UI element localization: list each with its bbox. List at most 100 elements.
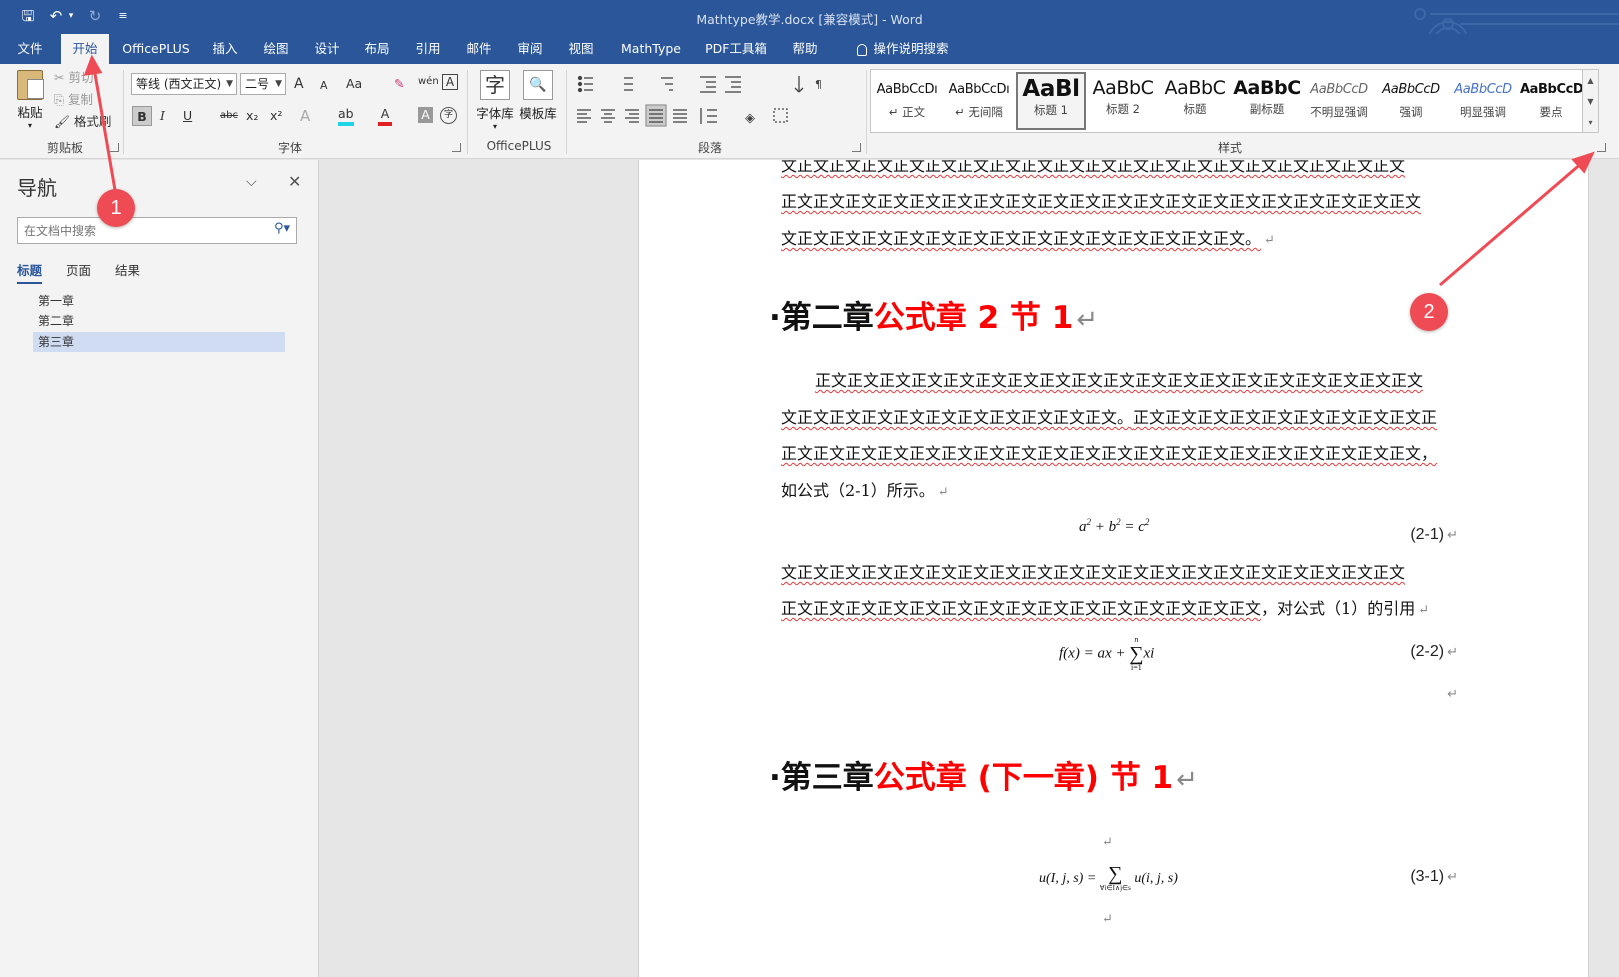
italic-button[interactable]: I: [160, 106, 165, 126]
format-painter-label: 格式刷: [73, 114, 112, 129]
tab-references[interactable]: 引用: [413, 34, 443, 64]
style-emphasis[interactable]: AaBbCcD 强调: [1376, 72, 1446, 130]
style-no-spacing[interactable]: AaBbCcDı ↵ 无间隔: [944, 72, 1014, 130]
gallery-up-icon[interactable]: ▲: [1583, 70, 1598, 91]
paragraph-dialog-launcher-icon[interactable]: [852, 143, 861, 152]
group-separator: [123, 70, 124, 154]
tab-pdf-toolbox[interactable]: PDF工具箱: [704, 34, 768, 64]
paste-button[interactable]: 粘贴 ▾: [12, 70, 48, 130]
phonetic-guide-button[interactable]: wén: [418, 72, 439, 92]
tab-view[interactable]: 视图: [566, 34, 596, 64]
underline-button[interactable]: U: [183, 106, 192, 126]
cut-button[interactable]: ✂ 剪切: [54, 68, 93, 88]
bold-button[interactable]: B: [132, 106, 152, 126]
justify-button-bg: [645, 104, 667, 127]
style-subtitle[interactable]: AaBbC 副标题: [1232, 72, 1302, 130]
nav-tab-pages[interactable]: 页面: [66, 260, 91, 279]
vertical-scrollbar[interactable]: [1590, 160, 1619, 977]
style-name: 强调: [1399, 105, 1423, 119]
close-icon[interactable]: ✕: [288, 172, 301, 191]
style-sample: AaBbCcD: [1520, 82, 1582, 97]
nav-tab-results[interactable]: 结果: [115, 260, 140, 279]
tab-mailings[interactable]: 邮件: [464, 34, 494, 64]
tab-draw[interactable]: 绘图: [261, 34, 291, 64]
equation-number: (2-2) ↵: [1410, 643, 1458, 661]
char-library-button[interactable]: 字 字体库 ▾: [475, 70, 515, 131]
character-border-button[interactable]: A: [442, 74, 458, 90]
lightbulb-icon: [857, 43, 868, 56]
style-title[interactable]: AaBbC 标题: [1160, 72, 1230, 130]
tab-home[interactable]: 开始: [61, 34, 109, 64]
tab-file[interactable]: 文件: [14, 34, 46, 64]
strikethrough-button[interactable]: abc: [220, 106, 238, 126]
text-effects-button[interactable]: A: [300, 106, 310, 126]
tab-mathtype[interactable]: MathType: [620, 34, 682, 64]
style-strong[interactable]: AaBbCcD 要点: [1520, 72, 1582, 130]
chevron-down-icon[interactable]: ⌵: [246, 174, 257, 190]
equation-number: (3-1) ↵: [1410, 868, 1458, 886]
document-page[interactable]: 文正文正文正文正文正文正文正文正文正文正文正文正文正文正文正文正文正文正文正文 …: [638, 160, 1589, 977]
format-painter-button[interactable]: 🖌 格式刷: [54, 112, 111, 132]
template-library-button[interactable]: 🔍 模板库: [518, 70, 558, 122]
template-library-label: 模板库: [519, 106, 557, 121]
tab-officeplus[interactable]: OfficePLUS: [121, 34, 191, 64]
tab-layout[interactable]: 布局: [362, 34, 392, 64]
nav-heading-item[interactable]: 第二章: [33, 311, 285, 331]
chevron-down-icon: ▾: [492, 122, 497, 131]
equation-2-1[interactable]: a2 + b2 = c2: [1079, 517, 1149, 536]
equation-2-2[interactable]: f(x) = ax + n ∑ i=1 xi: [1059, 635, 1154, 673]
copy-button[interactable]: ⎘ 复制: [54, 90, 93, 110]
nav-heading-item[interactable]: 第三章: [33, 332, 285, 352]
styles-dialog-launcher-icon[interactable]: [1597, 143, 1606, 152]
paragraph-tools: ◈ ¶: [577, 75, 822, 127]
equation-number-label: (2-1): [1410, 526, 1445, 543]
subscript-button[interactable]: x₂: [246, 106, 258, 126]
paragraph-mark-icon: ↵: [1102, 835, 1113, 850]
tell-me-search[interactable]: 操作说明搜索: [843, 34, 963, 64]
show-marks-icon: ¶: [815, 78, 822, 91]
style-heading-2[interactable]: AaBbC 标题 2: [1088, 72, 1158, 130]
decrease-indent-icon: [700, 76, 716, 93]
brush-icon: 🖌: [54, 114, 70, 129]
grow-font-button[interactable]: A: [294, 74, 304, 94]
font-size-combo[interactable]: 二号 ▼: [240, 73, 286, 95]
style-heading-1[interactable]: AaBl 标题 1: [1016, 72, 1086, 130]
tab-insert[interactable]: 插入: [210, 34, 240, 64]
font-dialog-launcher-icon[interactable]: [452, 143, 461, 152]
change-case-button[interactable]: Aa: [346, 74, 362, 94]
paragraph-mark-icon: ↵: [1264, 233, 1275, 248]
multilevel-list-icon: [661, 77, 673, 91]
paragraph-mark-icon: ↵: [1418, 603, 1430, 618]
heading-formula-field: 公式章 2 节 1: [873, 300, 1074, 336]
tab-review[interactable]: 审阅: [515, 34, 545, 64]
paragraph-mark-icon: ↵: [1102, 912, 1113, 927]
equation-3-1[interactable]: u(I, j, s) = ∑ ∀i∈I∧j∈s u(i, j, s): [1039, 864, 1178, 893]
paragraph-mark-icon: ↵: [1447, 644, 1458, 659]
style-subtle-emphasis[interactable]: AaBbCcD 不明显强调: [1304, 72, 1374, 130]
clear-formatting-button[interactable]: ✎: [394, 74, 404, 94]
enclose-characters-button[interactable]: 字: [440, 107, 457, 124]
search-icon[interactable]: ⚲▾: [274, 221, 290, 236]
character-shading-button[interactable]: A: [418, 107, 433, 123]
style-normal[interactable]: AaBbCcDı ↵ 正文: [872, 72, 942, 130]
gallery-down-icon[interactable]: ▼: [1583, 91, 1598, 112]
clipboard-dialog-launcher-icon[interactable]: [110, 143, 119, 152]
highlight-color-button[interactable]: ab: [338, 106, 354, 126]
font-color-button[interactable]: A: [378, 106, 392, 126]
shrink-font-button[interactable]: A: [320, 76, 328, 96]
tab-design[interactable]: 设计: [312, 34, 342, 64]
gallery-more-icon[interactable]: ▾: [1583, 112, 1598, 133]
nav-search-input[interactable]: [24, 221, 254, 240]
style-name: 要点: [1539, 105, 1563, 119]
title-bar: 🖫 ↶ ▾ ↻ ≡ Mathtype教学.docx [兼容模式] - Word: [0, 0, 1619, 62]
nav-tab-headings[interactable]: 标题: [17, 260, 43, 284]
font-name-combo[interactable]: 等线 (西文正文) ▼: [131, 73, 237, 95]
tab-help[interactable]: 帮助: [790, 34, 820, 64]
superscript-button[interactable]: x²: [270, 106, 282, 126]
styles-gallery: AaBbCcDı ↵ 正文 AaBbCcDı ↵ 无间隔 AaBl 标题 1 AaBb…: [870, 69, 1583, 133]
nav-search-box[interactable]: ⚲▾: [17, 217, 297, 244]
style-intense-emphasis[interactable]: AaBbCcD 明显强调: [1448, 72, 1518, 130]
nav-heading-item[interactable]: 第一章: [33, 291, 285, 311]
document-canvas-background: [320, 160, 638, 977]
paragraph-mark-icon: ↵: [1076, 305, 1099, 335]
